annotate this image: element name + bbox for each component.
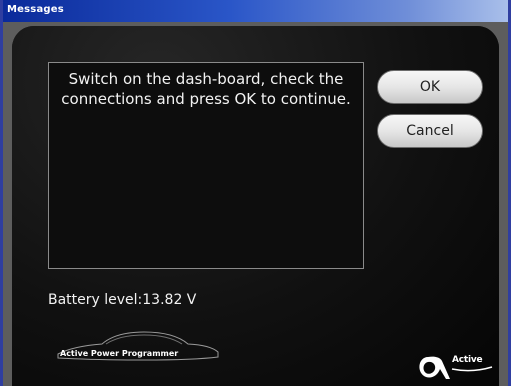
brand-logo: Active [416,353,494,381]
messages-window: Messages Switch on the dash-board, check… [0,0,511,386]
ok-button[interactable]: OK [377,70,483,104]
message-box: Switch on the dash-board, check the conn… [48,62,364,269]
window-title: Messages [7,4,64,15]
message-text: Switch on the dash-board, check the conn… [61,70,351,108]
cancel-button[interactable]: Cancel [377,114,483,148]
car-silhouette-icon [57,331,219,361]
brand-name: Active [452,355,483,365]
battery-level-label: Battery level:13.82 V [48,292,197,308]
product-name: Active Power Programmer [60,349,179,358]
dialog-panel: Switch on the dash-board, check the conn… [12,26,499,386]
title-bar[interactable]: Messages [3,0,508,22]
product-logo: Active Power Programmer [54,324,224,368]
